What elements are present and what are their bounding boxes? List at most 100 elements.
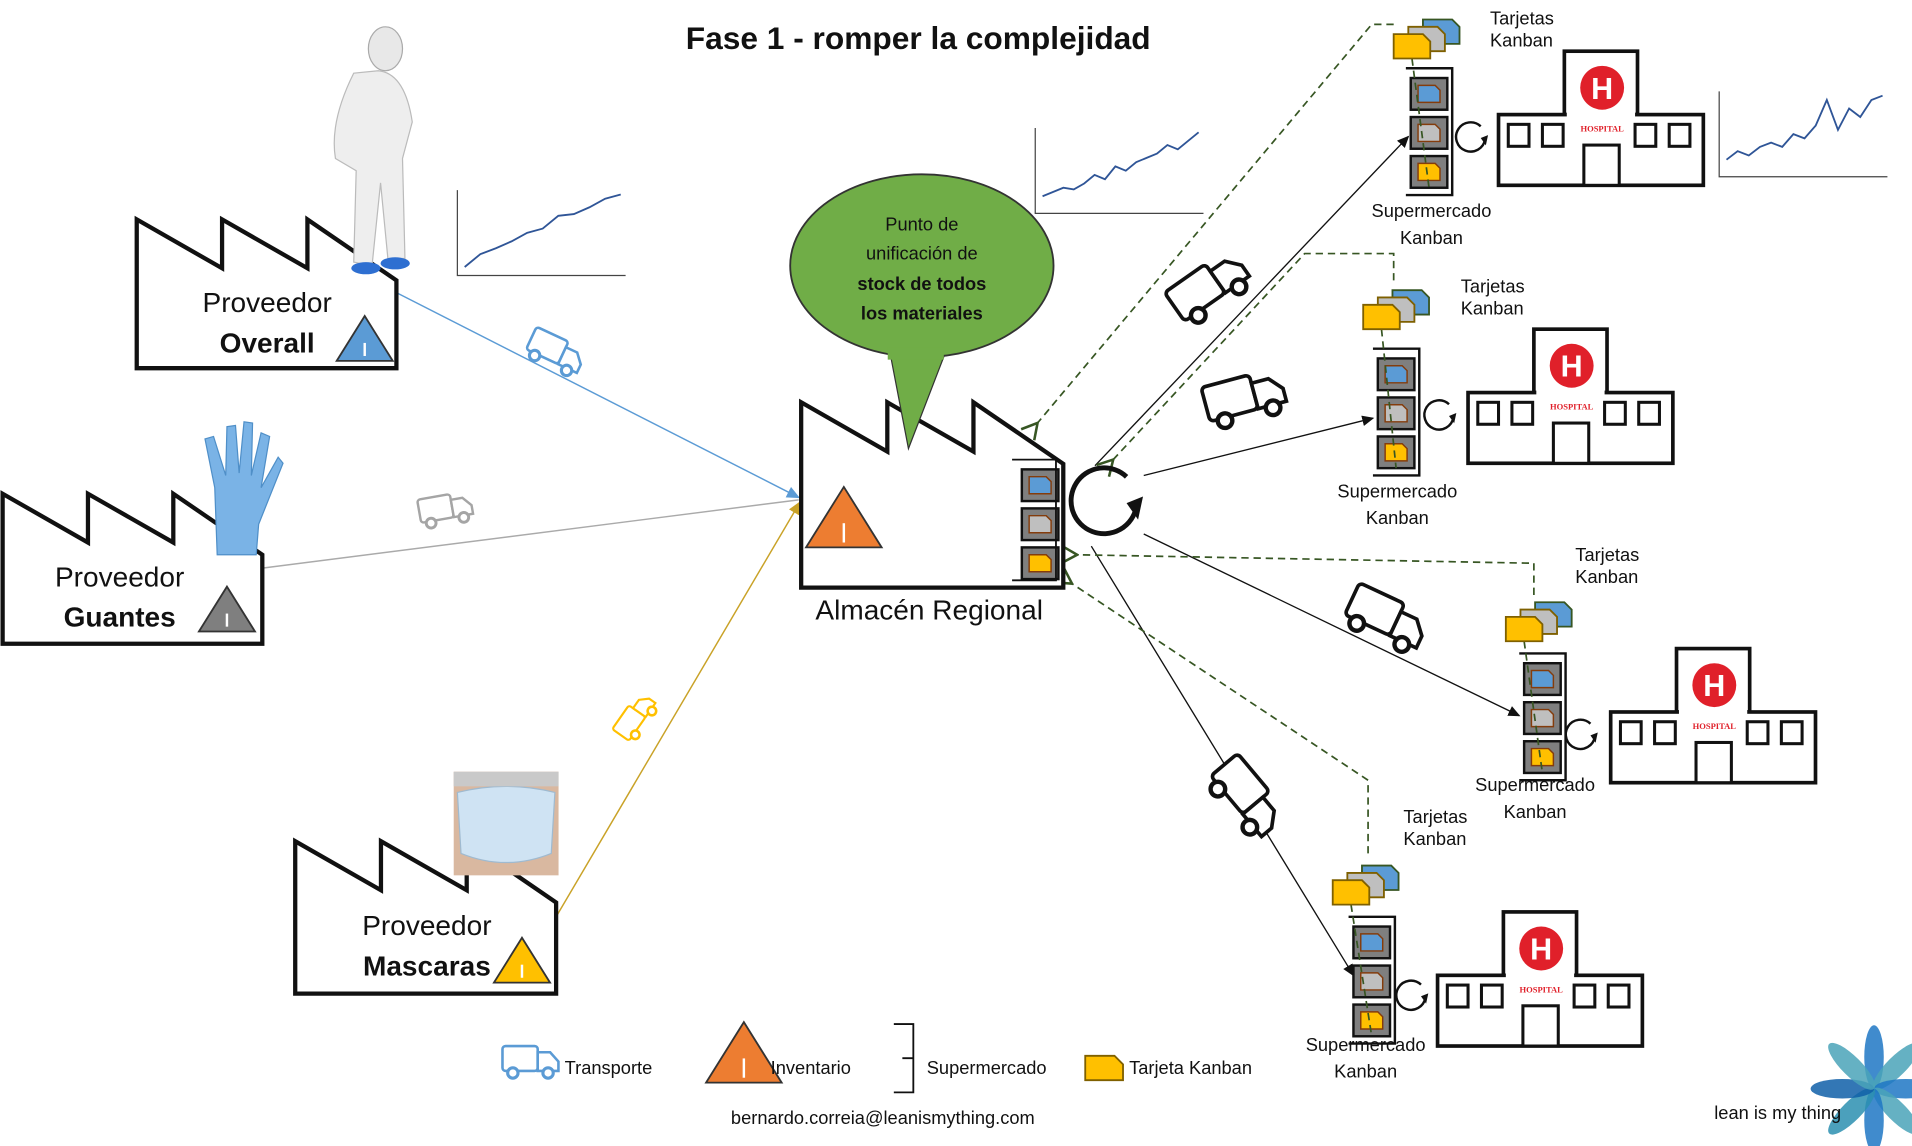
truck-route-1 [1164, 259, 1252, 325]
chart-axes [1034, 128, 1204, 214]
truck-overall [525, 326, 583, 378]
hospital-sign: HOSPITAL [1519, 984, 1563, 994]
hospital-sign: HOSPITAL [1580, 124, 1624, 134]
legend-transport-icon [501, 1044, 560, 1080]
bubble-joint [887, 347, 944, 360]
hospital-supermarket-1 [1405, 67, 1454, 197]
hospital-supermarket-2 [1372, 347, 1421, 477]
diagram-canvas: Fase 1 - romper la complejidad Proveedor… [0, 7, 1912, 1146]
supermarket-label: Kanban [1366, 507, 1429, 528]
hospital-window [1572, 983, 1597, 1009]
truck-wheel [1263, 398, 1283, 418]
chart-axes [456, 190, 626, 277]
kanban-card-in-bin [1028, 553, 1052, 573]
delivery-line-2 [1143, 415, 1375, 477]
truck-route-4 [1208, 753, 1277, 840]
cycle-arc [1395, 979, 1427, 1012]
hospital-door [1551, 421, 1591, 465]
truck-route-3 [1344, 582, 1424, 654]
supplier-name: Proveedor [362, 910, 491, 941]
chart-line [1725, 94, 1883, 161]
hospital-cycle-icon [1454, 121, 1489, 153]
logo [1810, 1025, 1912, 1146]
legend-card-icon [1084, 1054, 1124, 1082]
supplier-name: Proveedor [203, 287, 332, 318]
kanban-card-in-bin [1530, 669, 1555, 689]
hospital-symbol: H [1703, 669, 1725, 703]
cards-label: Tarjetas [1403, 806, 1467, 827]
truck-wheel [457, 511, 471, 524]
kanban-signal-line-2 [1112, 252, 1395, 461]
mask-shape [456, 785, 556, 864]
hospital-1: H HOSPITAL [1496, 49, 1706, 188]
bubble-text: los materiales [861, 302, 983, 323]
flow-line-overall [396, 291, 801, 499]
warehouse-label: Almacén Regional [815, 594, 1043, 625]
supplier-type: Overall [220, 327, 315, 358]
hospital-door [1521, 1004, 1560, 1048]
logo-text: lean is my thing [1714, 1102, 1841, 1123]
bubble-text: stock de todos [857, 273, 986, 294]
chart-axes [1718, 91, 1888, 178]
legend-card-label: Tarjeta Kanban [1129, 1057, 1252, 1078]
kanban-card-in-bin [1384, 365, 1408, 384]
hospital-cycle-icon [1564, 718, 1598, 751]
kanban-card-in-bin [1417, 162, 1441, 182]
cap [453, 771, 559, 787]
hospital-window [1510, 400, 1535, 426]
kanban-card-in-bin [1360, 1011, 1384, 1030]
hospital-cycle-icon [1395, 979, 1429, 1012]
bubble-text: unificación de [866, 243, 978, 264]
kanban-card [1504, 615, 1544, 643]
chart-line [464, 193, 621, 268]
truck-wheel [506, 1066, 520, 1080]
legend-inventory-label: Inventario [771, 1057, 851, 1078]
flow-line-mascaras [555, 501, 801, 918]
hospital-window [1653, 720, 1677, 746]
bubble-text: Punto de [885, 213, 958, 234]
hospital-window [1479, 983, 1504, 1009]
trend-chart-hospital [1718, 91, 1888, 178]
person-suit [333, 70, 413, 267]
cards-label: Tarjetas [1461, 276, 1525, 297]
truck-wheel [541, 1066, 555, 1080]
kanban-card [1362, 303, 1401, 331]
hospital-symbol: H [1530, 932, 1552, 966]
truck-cargo [501, 1044, 540, 1073]
tower-joint [1505, 972, 1575, 981]
delivery-line-4 [1090, 545, 1355, 977]
kanban-signal-line-1 [1036, 23, 1394, 424]
supplier-type: Guantes [64, 602, 176, 633]
hospital-door [1582, 143, 1621, 187]
hospital-window [1603, 400, 1627, 426]
delivery-line-1 [1094, 135, 1410, 467]
supermarket-label: Supermercado [1372, 200, 1492, 221]
flow-line-guantes [262, 499, 799, 569]
person-head [367, 26, 404, 72]
warehouse-supermarket [1020, 468, 1060, 581]
kanban-signal-line-3 [1075, 555, 1535, 595]
kanban-cards-2 [1362, 289, 1430, 331]
cycle-arc [1564, 718, 1597, 751]
hospital-window [1745, 720, 1770, 746]
supplier-name: Proveedor [55, 561, 184, 592]
supermarket-label: Kanban [1504, 801, 1567, 822]
kanban-card-in-bin [1360, 933, 1384, 952]
supermarket-label: Supermercado [1475, 774, 1595, 795]
cards-label: Tarjetas [1575, 544, 1639, 565]
legend-supermarket-label: Supermercado [927, 1057, 1047, 1078]
cards-label: Kanban [1461, 298, 1524, 319]
truck-mascaras [612, 697, 658, 741]
hospital-supermarket-3 [1519, 652, 1567, 782]
hospital-window [1445, 983, 1470, 1009]
cycle-arc [1454, 121, 1487, 153]
truck-guantes [416, 493, 475, 530]
hospital-window [1779, 720, 1804, 746]
cards-label: Kanban [1575, 566, 1638, 587]
cycle-arc [1068, 465, 1139, 537]
hospital-window [1606, 983, 1631, 1009]
shoe [380, 257, 410, 270]
supplier-type: Mascaras [363, 950, 491, 981]
hospital-window [1667, 122, 1692, 148]
hospital-2: H HOSPITAL [1466, 327, 1675, 466]
